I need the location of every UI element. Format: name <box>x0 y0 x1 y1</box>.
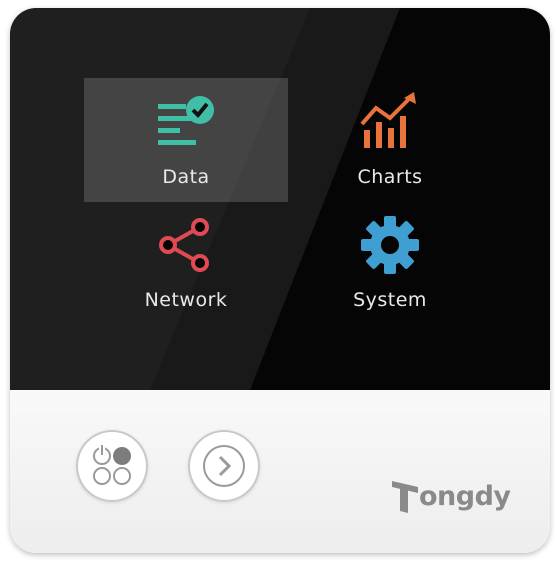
display-screen: Data Charts Network System <box>10 8 550 390</box>
power-mode-icon <box>93 444 131 485</box>
menu-item-charts-label: Charts <box>357 166 423 188</box>
brand-logo: ongdy <box>392 476 511 516</box>
chevron-right-icon <box>203 445 245 487</box>
power-mode-button[interactable] <box>76 430 148 502</box>
device-frame: Data Charts Network System ongdy <box>10 8 550 553</box>
menu-item-network[interactable]: Network <box>84 201 288 325</box>
menu-item-system-label: System <box>353 289 427 311</box>
data-check-icon <box>158 96 214 145</box>
next-button[interactable] <box>188 430 260 502</box>
menu-item-data-label: Data <box>162 166 210 188</box>
brand-name: ongdy <box>419 480 511 512</box>
share-network-icon <box>159 218 209 272</box>
menu-item-data[interactable]: Data <box>84 78 288 202</box>
menu-item-charts[interactable]: Charts <box>288 78 492 202</box>
brand-t-logo-icon <box>392 481 418 513</box>
menu-item-network-label: Network <box>144 289 228 311</box>
menu-item-system[interactable]: System <box>288 201 492 325</box>
bar-chart-icon <box>360 92 416 148</box>
control-panel: ongdy <box>10 390 550 553</box>
gear-icon <box>361 216 419 274</box>
